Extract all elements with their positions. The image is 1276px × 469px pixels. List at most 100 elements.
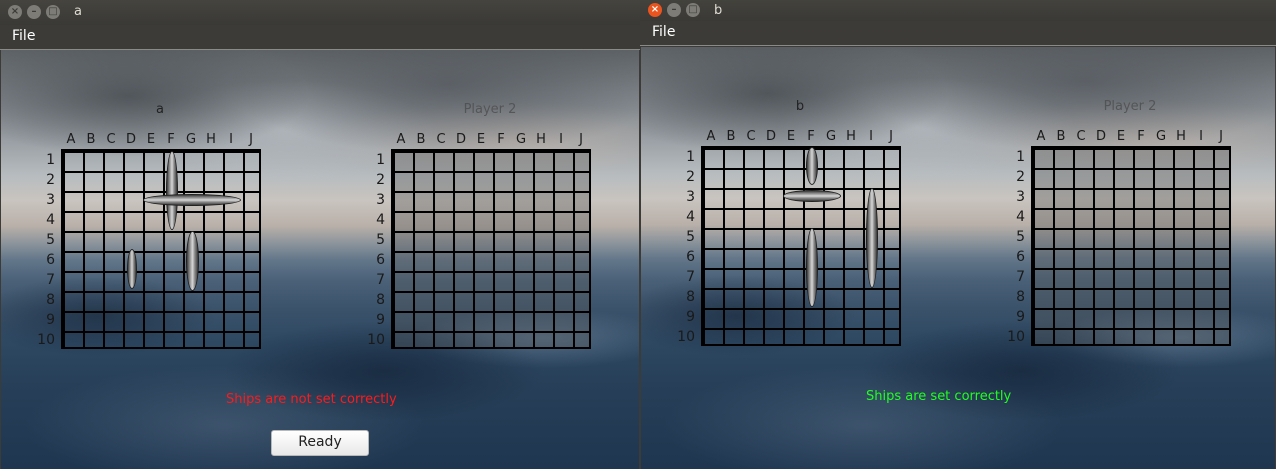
column-label: H (846, 129, 856, 144)
maximize-icon[interactable]: □ (686, 3, 700, 17)
ship[interactable] (783, 190, 841, 202)
row-label: 7 (686, 269, 695, 285)
row-label: 10 (677, 329, 695, 345)
ship[interactable] (806, 147, 818, 185)
column-label: B (86, 132, 96, 147)
column-label: H (1176, 129, 1186, 144)
row-label: 9 (46, 312, 55, 328)
column-label: G (1155, 129, 1167, 144)
column-label: D (765, 129, 776, 144)
row-label: 5 (686, 229, 695, 245)
row-label: 1 (1016, 149, 1025, 165)
column-label: A (66, 132, 76, 147)
column-label: J (889, 129, 893, 144)
row-label: 3 (376, 192, 385, 208)
column-label: C (746, 129, 756, 144)
maximize-icon[interactable]: □ (46, 5, 60, 19)
enemy-board-grid[interactable] (1031, 146, 1231, 346)
close-icon[interactable]: × (8, 5, 22, 19)
window-a: × – □ a File a A B C D E F G H I J 1 2 3… (0, 0, 640, 469)
status-message: Ships are not set correctly (226, 392, 397, 407)
menu-bar: File (640, 21, 1276, 46)
row-label: 5 (46, 232, 55, 248)
row-label: 5 (1016, 229, 1025, 245)
ship[interactable] (166, 151, 178, 230)
column-label: J (249, 132, 253, 147)
title-bar[interactable]: × – □ a (0, 0, 640, 25)
title-bar[interactable]: × – □ b (640, 0, 1276, 21)
window-title: b (714, 3, 723, 18)
row-label: 2 (376, 172, 385, 188)
row-label: 3 (686, 189, 695, 205)
status-message: Ships are set correctly (866, 389, 1012, 404)
column-label: E (1116, 129, 1126, 144)
own-board-title: a (156, 102, 164, 117)
column-label: I (229, 132, 233, 147)
window-b: × – □ b File b A B C D E F G H I J 1 2 3… (640, 0, 1276, 469)
column-label: E (786, 129, 796, 144)
row-label: 1 (376, 152, 385, 168)
ship[interactable] (186, 231, 199, 291)
row-label: 3 (46, 192, 55, 208)
window-title: a (74, 4, 82, 19)
column-label: G (185, 132, 197, 147)
row-label: 4 (46, 212, 55, 228)
ship[interactable] (866, 188, 878, 288)
close-icon[interactable]: × (648, 3, 662, 17)
menu-bar: File (0, 25, 640, 50)
column-label: J (1219, 129, 1223, 144)
column-label: J (579, 132, 583, 147)
row-label: 4 (1016, 209, 1025, 225)
enemy-board-title: Player 2 (463, 102, 517, 117)
column-label: D (1095, 129, 1106, 144)
column-label: G (825, 129, 837, 144)
column-label: A (706, 129, 716, 144)
column-label: H (536, 132, 546, 147)
row-label: 6 (46, 252, 55, 268)
row-label: 6 (686, 249, 695, 265)
row-label: 8 (46, 292, 55, 308)
row-label: 7 (1016, 269, 1025, 285)
row-label: 9 (376, 312, 385, 328)
column-label: G (515, 132, 527, 147)
column-label: C (106, 132, 116, 147)
column-label: B (416, 132, 426, 147)
enemy-board-grid[interactable] (391, 149, 591, 349)
column-label: F (1137, 129, 1145, 144)
enemy-board-title: Player 2 (1103, 99, 1157, 114)
column-label: B (1056, 129, 1066, 144)
row-label: 8 (1016, 289, 1025, 305)
row-label: 8 (686, 289, 695, 305)
row-label: 8 (376, 292, 385, 308)
ready-button[interactable]: Ready (271, 430, 369, 456)
own-board-title: b (795, 99, 805, 114)
own-board-grid[interactable] (61, 149, 261, 349)
row-label: 10 (367, 332, 385, 348)
menu-file[interactable]: File (652, 24, 675, 40)
row-label: 10 (37, 332, 55, 348)
column-label: H (206, 132, 216, 147)
column-label: E (476, 132, 486, 147)
ship[interactable] (143, 194, 241, 206)
row-label: 3 (1016, 189, 1025, 205)
column-label: C (1076, 129, 1086, 144)
column-label: F (167, 132, 175, 147)
row-label: 10 (1007, 329, 1025, 345)
row-label: 5 (376, 232, 385, 248)
column-label: A (1036, 129, 1046, 144)
column-label: F (497, 132, 505, 147)
menu-file[interactable]: File (12, 28, 35, 44)
row-label: 4 (376, 212, 385, 228)
row-label: 6 (376, 252, 385, 268)
row-label: 2 (46, 172, 55, 188)
ship[interactable] (806, 228, 818, 307)
column-label: C (436, 132, 446, 147)
row-label: 2 (686, 169, 695, 185)
column-label: E (146, 132, 156, 147)
minimize-icon[interactable]: – (667, 3, 681, 17)
row-label: 2 (1016, 169, 1025, 185)
minimize-icon[interactable]: – (27, 5, 41, 19)
row-label: 7 (376, 272, 385, 288)
ship[interactable] (127, 249, 137, 289)
row-label: 9 (1016, 309, 1025, 325)
